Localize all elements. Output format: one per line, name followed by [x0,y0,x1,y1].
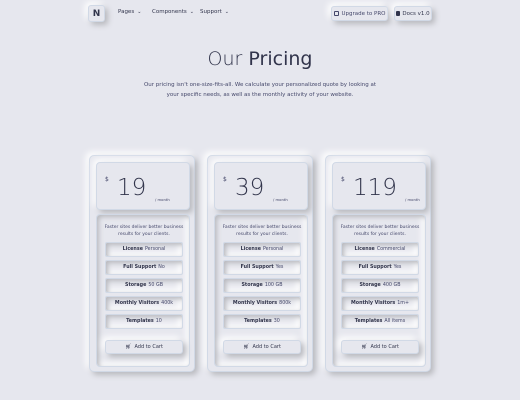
feature-value: Personal [144,247,166,252]
feature-value: 50 GB [148,283,163,288]
cart-icon: 🛒︎ [125,344,132,350]
upgrade-icon [333,11,339,16]
price-box: $ 39 / month [214,162,308,210]
feature-license: License Personal [105,242,183,257]
pricing-card-commercial: $ 119 / month Faster sites deliver bette… [325,155,431,372]
plan-details: Faster sites deliver better business res… [332,214,426,367]
page-subtitle: Our pricing isn't one-size-fits-all. We … [143,82,377,98]
feature-key: Storage [125,283,147,288]
feature-value: 1m+ [397,301,409,306]
chevron-down-icon: ⌄ [189,9,194,15]
feature-support: Full Support No [105,260,183,275]
feature-key: Full Support [358,265,392,270]
title-light: Our [207,48,243,70]
feature-value: Commercial [376,247,406,252]
nav-support-label: Support [200,9,222,15]
feature-key: Templates [244,319,272,324]
nav-pages[interactable]: Pages ⌄ [118,9,141,15]
feature-value: 30 [273,319,280,324]
price-period: / month [155,197,170,202]
feature-visitors: Monthly Visitors 1m+ [341,296,419,311]
title-bold: Pricing [248,48,313,70]
plan-description: Faster sites deliver better business res… [222,225,302,237]
pricing-card-basic: $ 19 / month Faster sites deliver better… [89,155,195,372]
feature-key: Full Support [123,265,157,270]
plan-description: Faster sites deliver better business res… [340,225,420,237]
feature-key: License [354,247,375,252]
feature-key: Monthly Visitors [114,301,160,306]
feature-value: 400 GB [382,283,401,288]
feature-value: 400k [161,301,174,306]
feature-storage: Storage 50 GB [105,278,183,293]
feature-key: Monthly Visitors [232,301,278,306]
feature-key: License [240,247,261,252]
currency-symbol: $ [105,176,109,183]
feature-support: Full Support Yes [341,260,419,275]
feature-templates: Templates All items [341,314,419,329]
plan-description: Faster sites deliver better business res… [104,225,184,237]
add-to-cart-button[interactable]: 🛒︎ Add to Cart [341,340,419,354]
feature-storage: Storage 100 GB [223,278,301,293]
cart-icon: 🛒︎ [243,344,250,350]
feature-value: Yes [393,265,402,270]
feature-value: Personal [262,247,284,252]
plan-details: Faster sites deliver better business res… [214,214,308,367]
pricing-card-pro: $ 39 / month Faster sites deliver better… [207,155,313,372]
feature-key: Storage [359,283,381,288]
feature-value: 800k [279,301,292,306]
price-box: $ 19 / month [96,162,190,210]
price-amount: 19 [117,175,147,201]
nav-components[interactable]: Components ⌄ [152,9,194,15]
add-to-cart-label: Add to Cart [252,344,281,350]
price-amount: 119 [353,175,397,201]
nav-pages-label: Pages [118,9,135,15]
nav-components-label: Components [152,9,187,15]
book-icon [396,11,401,16]
price-period: / month [273,197,288,202]
cart-icon: 🛒︎ [361,344,368,350]
navbar: N Pages ⌄ Components ⌄ Support ⌄ Upgrade… [0,0,520,28]
brand-logo[interactable]: N [88,5,105,22]
currency-symbol: $ [341,176,345,183]
feature-value: Yes [275,265,284,270]
chevron-down-icon: ⌄ [224,9,229,15]
feature-key: Full Support [240,265,274,270]
page-title: Our Pricing [0,48,520,70]
feature-key: Monthly Visitors [351,301,396,306]
feature-license: License Commercial [341,242,419,257]
docs-label: Docs v1.0 [402,10,430,17]
upgrade-button[interactable]: Upgrade to PRO [331,6,388,21]
upgrade-label: Upgrade to PRO [341,10,386,17]
price-period: / month [405,197,420,202]
feature-visitors: Monthly Visitors 800k [223,296,301,311]
add-to-cart-button[interactable]: 🛒︎ Add to Cart [223,340,301,354]
feature-value: 100 GB [264,283,283,288]
feature-visitors: Monthly Visitors 400k [105,296,183,311]
feature-license: License Personal [223,242,301,257]
feature-support: Full Support Yes [223,260,301,275]
chevron-down-icon: ⌄ [137,9,142,15]
price-box: $ 119 / month [332,162,426,210]
feature-templates: Templates 10 [105,314,183,329]
add-to-cart-label: Add to Cart [370,344,399,350]
price-amount: 39 [235,175,265,201]
feature-key: License [122,247,143,252]
feature-storage: Storage 400 GB [341,278,419,293]
add-to-cart-button[interactable]: 🛒︎ Add to Cart [105,340,183,354]
feature-key: Templates [126,319,154,324]
currency-symbol: $ [223,176,227,183]
add-to-cart-label: Add to Cart [134,344,163,350]
feature-key: Templates [354,319,383,324]
feature-value: All items [384,319,406,324]
feature-value: 10 [155,319,162,324]
feature-templates: Templates 30 [223,314,301,329]
nav-support[interactable]: Support ⌄ [200,9,229,15]
plan-details: Faster sites deliver better business res… [96,214,190,367]
feature-value: No [158,265,165,270]
docs-button[interactable]: Docs v1.0 [394,6,432,21]
feature-key: Storage [241,283,263,288]
